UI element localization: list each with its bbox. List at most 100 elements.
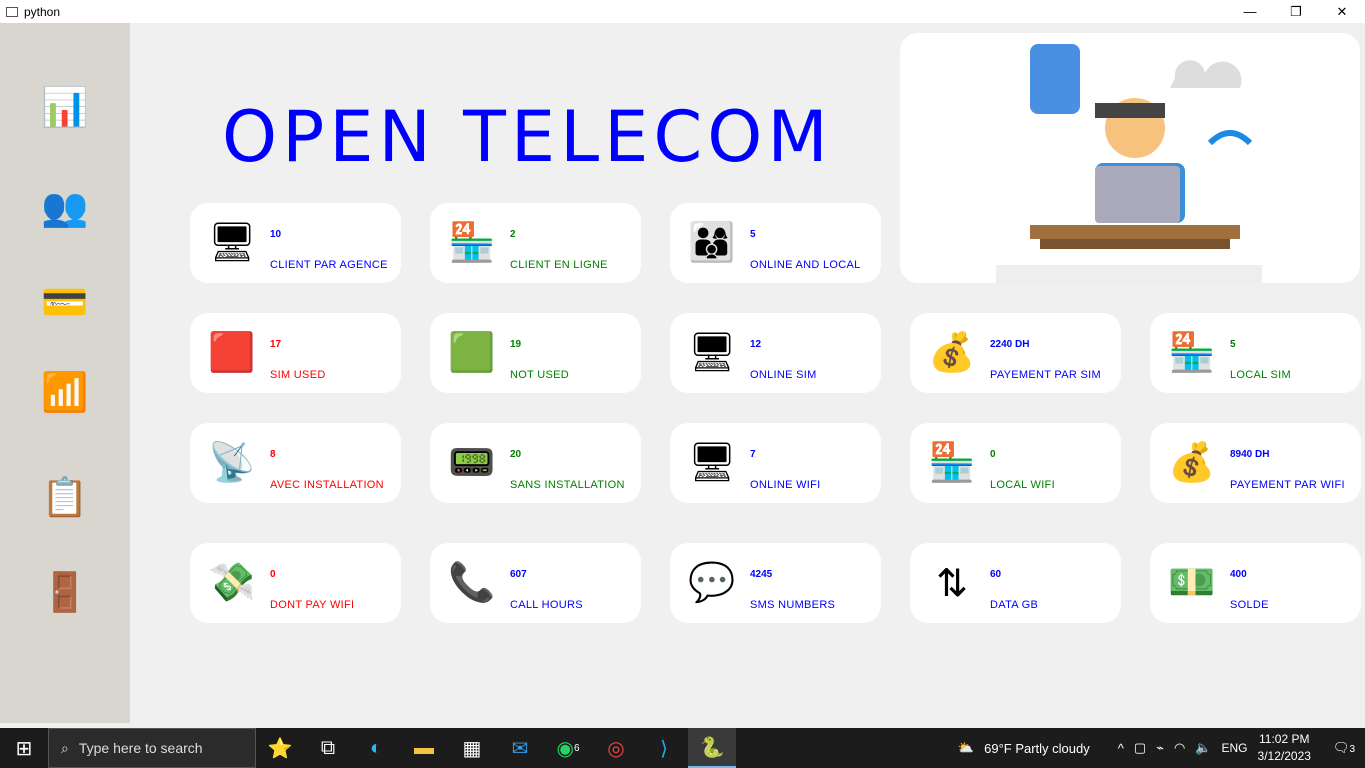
stat-value: 607 — [510, 569, 527, 580]
chrome-icon[interactable]: ◎ — [592, 728, 640, 768]
stat-label: DONT PAY WIFI — [270, 599, 355, 611]
phone-icon: 📞 — [448, 562, 496, 604]
stat-card[interactable]: 💵 400 SOLDE — [1150, 543, 1361, 623]
stat-label: DATA GB — [990, 599, 1039, 611]
volume-icon[interactable]: 🔈 — [1195, 740, 1211, 756]
data-arrows-icon: ⇅ — [936, 562, 968, 605]
stat-card[interactable]: 💸 0 DONT PAY WIFI — [190, 543, 401, 623]
stat-value: 19 — [510, 339, 522, 350]
clock-date: 3/12/2023 — [1257, 749, 1311, 763]
close-button[interactable]: ✕ — [1319, 0, 1365, 23]
stat-value: 17 — [270, 339, 282, 350]
report-icon[interactable]: 📋 — [40, 473, 90, 523]
router-icon: 📡 — [208, 442, 256, 484]
python-icon[interactable]: 🐍 — [688, 728, 736, 768]
weather-text[interactable]: 69°F Partly cloudy — [984, 741, 1090, 756]
stat-card[interactable]: 🖥 12 ONLINE SIM — [670, 313, 881, 393]
sim-card-icon[interactable]: 💳 — [40, 278, 90, 328]
clock-time: 11:02 PM — [1258, 732, 1310, 746]
stat-card[interactable]: 👨‍👩‍👦 5 ONLINE AND LOCAL — [670, 203, 881, 283]
stat-value: 12 — [750, 339, 762, 350]
stat-value: 7 — [750, 449, 756, 460]
sim-green-icon: 🟩 — [448, 332, 496, 374]
page-title: OPEN TELECOM — [222, 96, 833, 178]
stat-value: 5 — [750, 229, 756, 240]
stat-value: 8940 DH — [1230, 449, 1270, 460]
stat-value: 8 — [270, 449, 276, 460]
dashboard-chart-icon[interactable]: 📊 — [40, 83, 90, 133]
battery-icon[interactable]: ⌁ — [1156, 740, 1164, 756]
stat-value: 0 — [990, 449, 996, 460]
stat-label: SMS NUMBERS — [750, 599, 836, 611]
stat-value: 10 — [270, 229, 282, 240]
store-location-icon: 🏪 — [928, 442, 976, 484]
stat-card[interactable]: 💰 8940 DH PAYEMENT PAR WIFI — [1150, 423, 1361, 503]
edge-icon[interactable]: ◐ — [352, 728, 400, 768]
whatsapp-icon[interactable]: ◉ 6 — [544, 728, 592, 768]
stat-card[interactable]: 🏪 0 LOCAL WIFI — [910, 423, 1121, 503]
sim-red-icon: 🟥 — [208, 332, 256, 374]
network-icon[interactable]: ◠ — [1174, 740, 1185, 756]
people-icon: 👨‍👩‍👦 — [688, 222, 736, 264]
payment-hand-icon: 💸 — [208, 562, 256, 604]
minimize-button[interactable]: — — [1227, 0, 1273, 23]
stat-value: 60 — [990, 569, 1002, 580]
stat-card[interactable]: 🖥 10 CLIENT PAR AGENCE — [190, 203, 401, 283]
weather-icon[interactable]: ⛅ — [958, 740, 974, 756]
stat-card[interactable]: 📟 20 SANS INSTALLATION — [430, 423, 641, 503]
meet-icon[interactable]: ▢ — [1134, 740, 1146, 756]
money-bag-icon: 💰 — [1168, 442, 1216, 484]
sms-icon: 💬 — [688, 562, 736, 604]
stat-label: ONLINE SIM — [750, 369, 817, 381]
logout-icon[interactable]: 🚪 — [40, 568, 90, 618]
notification-icon[interactable]: 🗨3 — [1333, 740, 1355, 756]
taskbar-search[interactable]: ⌕ Type here to search — [48, 728, 256, 768]
stat-card[interactable]: 💰 2240 DH PAYEMENT PAR SIM — [910, 313, 1121, 393]
wifi-icon[interactable]: 📶 — [40, 368, 90, 418]
store-icon[interactable]: ▦ — [448, 728, 496, 768]
language-indicator[interactable]: ENG — [1222, 741, 1248, 755]
task-view-icon[interactable]: ⧉ — [304, 728, 352, 768]
stat-label: SANS INSTALLATION — [510, 479, 625, 491]
stat-card[interactable]: 📞 607 CALL HOURS — [430, 543, 641, 623]
maximize-button[interactable]: ❐ — [1273, 0, 1319, 23]
stat-value: 20 — [510, 449, 522, 460]
money-bag-icon: 💰 — [928, 332, 976, 374]
widgets-icon[interactable]: ⭐ — [256, 728, 304, 768]
stat-value: 0 — [270, 569, 276, 580]
stat-card[interactable]: 🖥 7 ONLINE WIFI — [670, 423, 881, 503]
stat-card[interactable]: 🏪 2 CLIENT EN LIGNE — [430, 203, 641, 283]
mail-icon[interactable]: ✉ — [496, 728, 544, 768]
clock[interactable]: 11:02 PM 3/12/2023 — [1258, 731, 1311, 765]
title-bar: python — ❐ ✕ — [0, 0, 1365, 23]
system-tray: ⛅ 69°F Partly cloudy ^ ▢ ⌁ ◠ 🔈 ENG 11:02… — [958, 728, 1365, 768]
stat-card[interactable]: 📡 8 AVEC INSTALLATION — [190, 423, 401, 503]
stat-label: SIM USED — [270, 369, 326, 381]
stat-label: AVEC INSTALLATION — [270, 479, 384, 491]
users-icon[interactable]: 👥 — [40, 183, 90, 233]
stat-value: 2 — [510, 229, 516, 240]
vscode-icon[interactable]: ⟩ — [640, 728, 688, 768]
stat-label: SOLDE — [1230, 599, 1269, 611]
stat-card[interactable]: ⇅ 60 DATA GB — [910, 543, 1121, 623]
store-location-icon: 🏪 — [1168, 332, 1216, 374]
stat-label: PAYEMENT PAR SIM — [990, 369, 1101, 381]
stat-label: ONLINE AND LOCAL — [750, 259, 861, 271]
hero-illustration — [900, 33, 1360, 283]
stat-card[interactable]: 🏪 5 LOCAL SIM — [1150, 313, 1361, 393]
stat-card[interactable]: 🟩 19 NOT USED — [430, 313, 641, 393]
app-icon — [6, 6, 18, 17]
stat-card[interactable]: 💬 4245 SMS NUMBERS — [670, 543, 881, 623]
start-button[interactable]: ⊞ — [0, 728, 48, 768]
chevron-up-icon[interactable]: ^ — [1118, 741, 1124, 756]
stat-card[interactable]: 🟥 17 SIM USED — [190, 313, 401, 393]
stat-label: NOT USED — [510, 369, 570, 381]
monitor-icon: 🖥 — [207, 222, 257, 264]
whatsapp-badge: 6 — [573, 742, 580, 754]
file-explorer-icon[interactable]: ▬ — [400, 728, 448, 768]
stat-label: CALL HOURS — [510, 599, 583, 611]
stat-label: CLIENT EN LIGNE — [510, 259, 608, 271]
window-title: python — [24, 4, 61, 19]
stat-label: LOCAL SIM — [1230, 369, 1291, 381]
search-icon: ⌕ — [61, 739, 69, 756]
